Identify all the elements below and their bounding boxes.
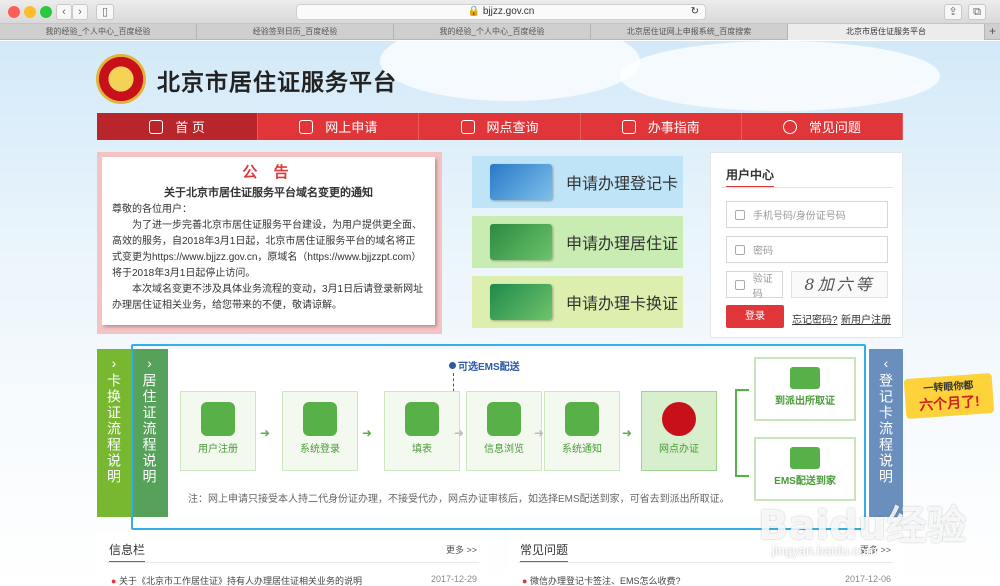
browser-toolbar: ‹ › ▯ 🔒 bjjzz.gov.cn ↻ ⇪ ⧉ bbox=[0, 0, 1000, 24]
bullet-icon: ● bbox=[522, 576, 530, 586]
promo-badge[interactable]: 一转眼你都 六个月了! bbox=[903, 372, 995, 420]
forward-icon[interactable]: › bbox=[72, 4, 88, 20]
search-icon bbox=[460, 119, 475, 134]
nav-label: 网点查询 bbox=[486, 120, 539, 135]
news-item[interactable]: ● 关于《北京市工作居住证》持有人办理居住证相关业务的说明 bbox=[111, 574, 362, 586]
browser-tab[interactable]: 我的经验_个人中心_百度经验 bbox=[0, 24, 197, 40]
placeholder: 密码 bbox=[753, 246, 773, 257]
tab-bar: 我的经验_个人中心_百度经验 经验签到日历_百度经验 我的经验_个人中心_百度经… bbox=[0, 24, 1000, 40]
login-button[interactable]: 登录 bbox=[726, 305, 784, 328]
card-image bbox=[490, 164, 552, 200]
tabs-overview-icon[interactable]: ⧉ bbox=[968, 4, 986, 20]
nav-outlet-search[interactable]: 网点查询 bbox=[419, 113, 581, 140]
user-icon bbox=[735, 209, 745, 220]
tab-label: 登记卡流程说明 bbox=[878, 373, 894, 485]
section-title: 常见问题 bbox=[520, 541, 569, 563]
lock-icon: 🔒 bbox=[467, 6, 483, 17]
notice-heading: 公 告 bbox=[242, 164, 295, 181]
sidebar-icon[interactable]: ▯ bbox=[96, 4, 114, 20]
password-input[interactable]: 密码 bbox=[726, 236, 888, 263]
nav-guide[interactable]: 办事指南 bbox=[581, 113, 742, 140]
notice-paragraph: 为了进一步完善北京市居住证服务平台建设，为用户提供更全面、高效的服务，自2018… bbox=[112, 220, 422, 279]
card-label: 申请办理卡换证 bbox=[566, 296, 679, 313]
faq-date: 2017-12-06 bbox=[844, 574, 891, 584]
card-image bbox=[490, 284, 552, 320]
browser-tab[interactable]: 北京居住证网上申报系统_百度搜索 bbox=[591, 24, 788, 40]
user-center-title: 用户中心 bbox=[726, 166, 775, 188]
tab-registration-card-process[interactable]: ‹ 登记卡流程说明 bbox=[869, 349, 903, 517]
card-label: 申请办理居住证 bbox=[566, 236, 679, 253]
baidu-watermark-url: jingyan.baidu.com bbox=[772, 543, 877, 558]
nav-faq[interactable]: 常见问题 bbox=[742, 113, 904, 140]
chevron-right-icon: › bbox=[111, 355, 117, 371]
address-bar[interactable]: 🔒 bjjzz.gov.cn ↻ bbox=[296, 4, 706, 20]
placeholder: 验证码 bbox=[752, 273, 773, 300]
tab-card-exchange-process[interactable]: › 卡换证流程说明 bbox=[97, 349, 131, 517]
question-icon bbox=[782, 119, 797, 134]
faq-item[interactable]: ● 微信办理登记卡签注、EMS怎么收费? bbox=[522, 574, 680, 586]
apply-registration-card-button[interactable]: 申请办理登记卡 bbox=[472, 156, 683, 208]
main-nav: 首 页 网上申请 网点查询 办事指南 常见问题 bbox=[97, 113, 904, 140]
news-date: 2017-12-29 bbox=[430, 574, 477, 584]
card-image bbox=[490, 224, 552, 260]
divider bbox=[107, 562, 479, 563]
shield-icon bbox=[735, 279, 745, 290]
register-link[interactable]: 新用户注册 bbox=[841, 311, 891, 326]
notice-greeting: 尊敬的各位用户： bbox=[112, 204, 192, 215]
national-emblem-logo bbox=[96, 54, 146, 104]
user-center-panel: 用户中心 手机号码/身份证号码 密码 验证码 8加六等于? 登录 忘记密码? 新… bbox=[710, 152, 903, 338]
chevron-left-icon: ‹ bbox=[883, 355, 889, 371]
tab-label: 卡换证流程说明 bbox=[106, 373, 122, 485]
notice-title: 关于北京市居住证服务平台域名变更的通知 bbox=[164, 187, 373, 199]
flag-icon bbox=[621, 119, 636, 134]
info-bar-section: 信息栏 更多 >> ● 关于《北京市工作居住证》持有人办理居住证相关业务的说明 … bbox=[97, 531, 489, 586]
more-link[interactable]: 更多 >> bbox=[446, 543, 477, 556]
phone-id-input[interactable]: 手机号码/身份证号码 bbox=[726, 201, 888, 228]
nav-label: 常见问题 bbox=[808, 120, 861, 135]
browser-tab[interactable]: 我的经验_个人中心_百度经验 bbox=[394, 24, 591, 40]
nav-home[interactable]: 首 页 bbox=[97, 113, 259, 140]
close-window-button[interactable] bbox=[8, 6, 20, 18]
browser-tab[interactable]: 经验签到日历_百度经验 bbox=[197, 24, 394, 40]
web-page: 北京市居住证服务平台 首 页 网上申请 网点查询 办事指南 常见问题 公 告 关… bbox=[0, 41, 1000, 586]
card-label: 申请办理登记卡 bbox=[566, 176, 679, 193]
nav-label: 首 页 bbox=[175, 120, 205, 135]
bullet-icon: ● bbox=[111, 576, 119, 586]
notice-body: 尊敬的各位用户： 为了进一步完善北京市居住证服务平台建设，为用户提供更全面、高效… bbox=[112, 202, 425, 314]
nav-label: 网上申请 bbox=[325, 120, 378, 135]
notice-card: 公 告 关于北京市居住证服务平台域名变更的通知 尊敬的各位用户： 为了进一步完善… bbox=[102, 157, 435, 325]
browser-tab-active[interactable]: 北京市居住证服务平台 bbox=[788, 24, 985, 40]
nav-label: 办事指南 bbox=[647, 120, 700, 135]
faq-title: 微信办理登记卡签注、EMS怎么收费? bbox=[529, 576, 681, 586]
site-title: 北京市居住证服务平台 bbox=[157, 69, 397, 95]
lock-icon bbox=[735, 244, 745, 255]
cloud-decoration bbox=[620, 41, 940, 111]
back-icon[interactable]: ‹ bbox=[56, 4, 72, 20]
divider bbox=[518, 562, 893, 563]
captcha-image[interactable]: 8加六等于? bbox=[791, 271, 888, 298]
url-text: bjjzz.gov.cn bbox=[482, 6, 535, 17]
reload-icon[interactable]: ↻ bbox=[691, 5, 699, 19]
form-icon bbox=[299, 119, 314, 134]
notice-paragraph: 本次域名变更不涉及具体业务流程的变动，3月1日后请登录新网址办理居住证相关业务，… bbox=[112, 284, 424, 311]
home-icon bbox=[149, 119, 164, 134]
share-icon[interactable]: ⇪ bbox=[944, 4, 962, 20]
nav-apply-online[interactable]: 网上申请 bbox=[258, 113, 420, 140]
forgot-password-link[interactable]: 忘记密码? bbox=[792, 311, 838, 326]
highlight-frame bbox=[131, 344, 866, 530]
divider bbox=[721, 187, 893, 188]
apply-residence-permit-button[interactable]: 申请办理居住证 bbox=[472, 216, 683, 268]
section-title: 信息栏 bbox=[109, 541, 146, 563]
placeholder: 手机号码/身份证号码 bbox=[753, 211, 846, 222]
notice-panel: 公 告 关于北京市居住证服务平台域名变更的通知 尊敬的各位用户： 为了进一步完善… bbox=[97, 152, 442, 334]
cloud-decoration bbox=[380, 41, 640, 101]
news-title: 关于《北京市工作居住证》持有人办理居住证相关业务的说明 bbox=[118, 576, 362, 586]
new-tab-button[interactable]: + bbox=[985, 24, 1000, 39]
minimize-window-button[interactable] bbox=[24, 6, 36, 18]
zoom-window-button[interactable] bbox=[40, 6, 52, 18]
captcha-input[interactable]: 验证码 bbox=[726, 271, 783, 300]
apply-card-exchange-button[interactable]: 申请办理卡换证 bbox=[472, 276, 683, 328]
